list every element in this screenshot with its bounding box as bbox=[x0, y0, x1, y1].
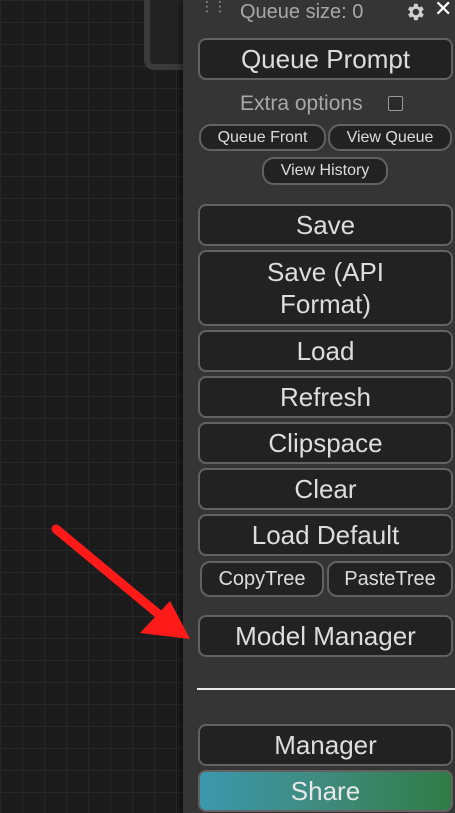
paste-tree-button[interactable]: PasteTree bbox=[327, 561, 453, 597]
load-default-button[interactable]: Load Default bbox=[198, 514, 453, 556]
load-button[interactable]: Load bbox=[198, 330, 453, 372]
clear-button[interactable]: Clear bbox=[198, 468, 453, 510]
queue-prompt-button[interactable]: Queue Prompt bbox=[198, 38, 453, 80]
clipspace-button[interactable]: Clipspace bbox=[198, 422, 453, 464]
drag-handle-icon[interactable]: ⋮⋮ bbox=[200, 0, 227, 20]
red-arrow-icon bbox=[51, 524, 190, 639]
share-button[interactable]: Share bbox=[198, 770, 453, 812]
view-history-button[interactable]: View History bbox=[262, 157, 388, 185]
save-api-format-button[interactable]: Save (API Format) bbox=[198, 250, 453, 326]
save-button[interactable]: Save bbox=[198, 204, 453, 246]
queue-front-button[interactable]: Queue Front bbox=[199, 124, 326, 151]
refresh-button[interactable]: Refresh bbox=[198, 376, 453, 418]
manager-button[interactable]: Manager bbox=[198, 724, 453, 766]
extra-options-checkbox[interactable] bbox=[388, 96, 403, 111]
menu-divider bbox=[197, 688, 455, 690]
gear-icon[interactable] bbox=[404, 1, 426, 23]
close-icon[interactable]: ✕ bbox=[434, 0, 452, 21]
queue-size-label: Queue size: 0 bbox=[240, 1, 364, 23]
copy-tree-button[interactable]: CopyTree bbox=[200, 561, 324, 597]
view-queue-button[interactable]: View Queue bbox=[328, 124, 452, 151]
model-manager-button[interactable]: Model Manager bbox=[198, 615, 453, 657]
extra-options-label: Extra options bbox=[240, 92, 363, 115]
